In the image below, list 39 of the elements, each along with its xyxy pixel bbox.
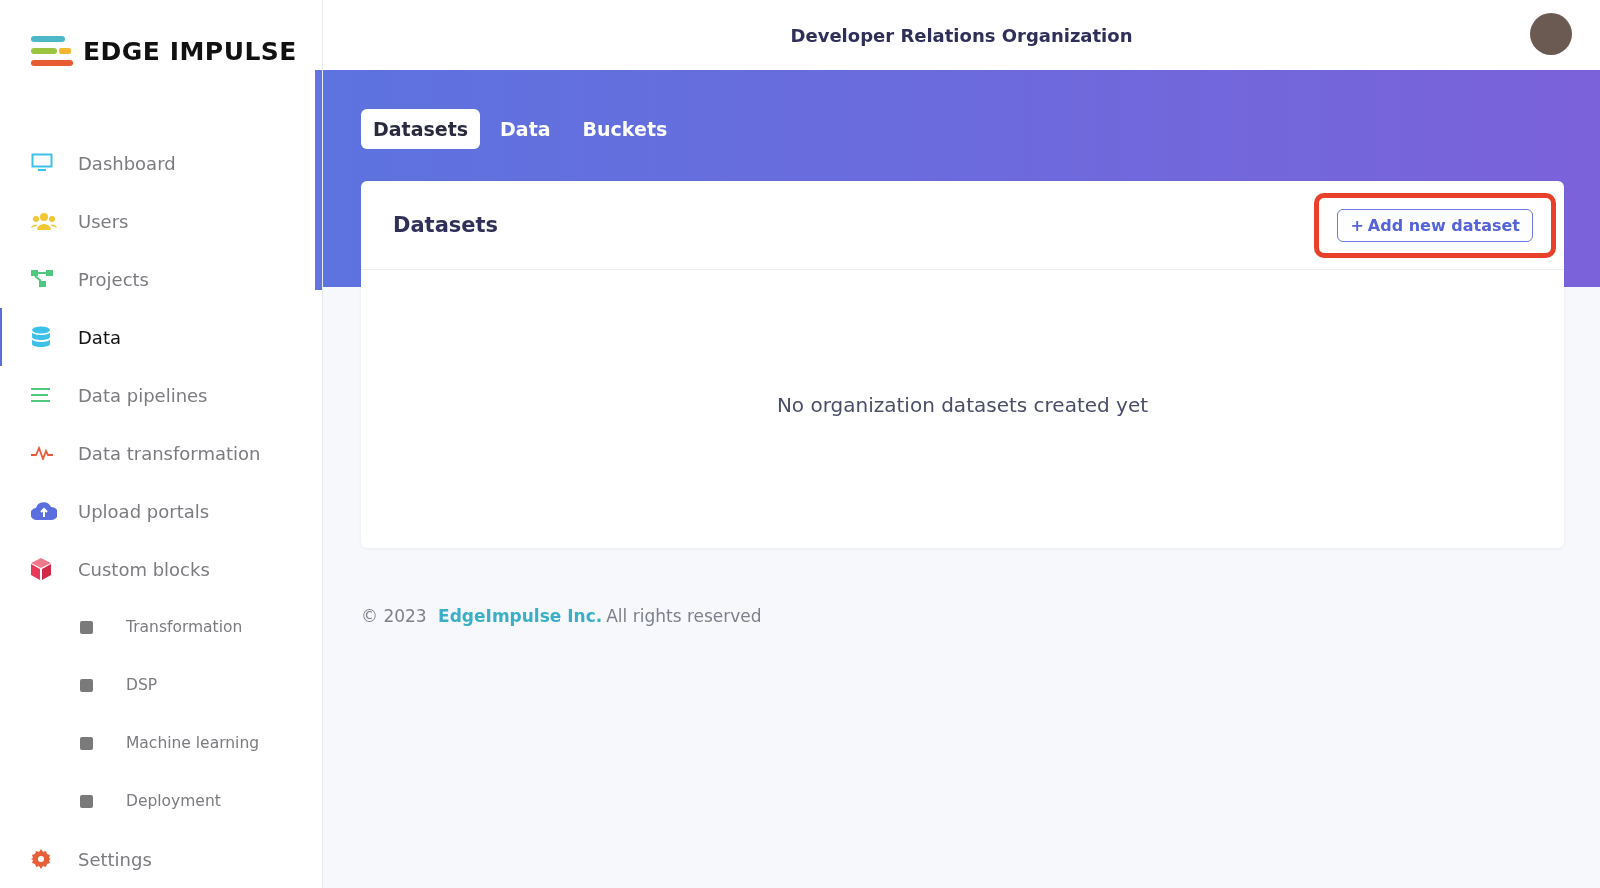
sidebar-item[interactable]: Data transformation <box>0 424 312 482</box>
sidebar-item[interactable]: Deployment <box>0 772 312 830</box>
hierarchy-icon <box>31 270 53 288</box>
pulse-icon <box>31 446 53 460</box>
square-icon <box>80 620 93 634</box>
sidebar-item[interactable]: Machine learning <box>0 714 312 772</box>
tab[interactable]: Datasets <box>361 109 481 149</box>
settings-icon <box>31 849 51 869</box>
square-icon <box>80 678 93 692</box>
sidebar-item[interactable]: Settings <box>0 830 312 888</box>
database-icon <box>31 326 51 348</box>
cloud-upload-icon <box>31 502 57 520</box>
tab[interactable]: Data <box>488 109 563 149</box>
monitor-icon <box>31 153 53 173</box>
logo-text: EDGE IMPULSE <box>83 36 297 66</box>
company-link[interactable]: EdgeImpulse Inc. <box>438 606 603 626</box>
sidebar-item[interactable]: Users <box>0 192 312 250</box>
scrollbar-thumb[interactable] <box>315 70 322 290</box>
sidebar-item[interactable]: Data <box>0 308 312 366</box>
cube-icon <box>31 558 51 580</box>
card-title: Datasets <box>393 213 499 237</box>
logo-icon <box>31 36 73 66</box>
sidebar-item[interactable]: Data pipelines <box>0 366 312 424</box>
tab[interactable]: Buckets <box>570 109 680 149</box>
square-icon <box>80 736 93 750</box>
sidebar-item[interactable]: Custom blocks <box>0 540 312 598</box>
sidebar-item[interactable]: Transformation <box>0 598 312 656</box>
sidebar-item[interactable]: Projects <box>0 250 312 308</box>
footer-text: © 2023 EdgeImpulse Inc. All rights reserved <box>361 606 763 626</box>
add-dataset-button[interactable]: + Add new dataset <box>1337 208 1533 242</box>
users-icon <box>31 212 57 230</box>
list-icon <box>31 387 51 403</box>
avatar[interactable] <box>1530 13 1572 55</box>
sidebar-item[interactable]: Dashboard <box>0 134 312 192</box>
organization-title: Developer Relations Organization <box>790 24 1133 46</box>
sidebar-item[interactable]: DSP <box>0 656 312 714</box>
empty-message: No organization datasets created yet <box>776 393 1149 417</box>
square-icon <box>80 794 93 808</box>
sidebar-item[interactable]: Upload portals <box>0 482 312 540</box>
